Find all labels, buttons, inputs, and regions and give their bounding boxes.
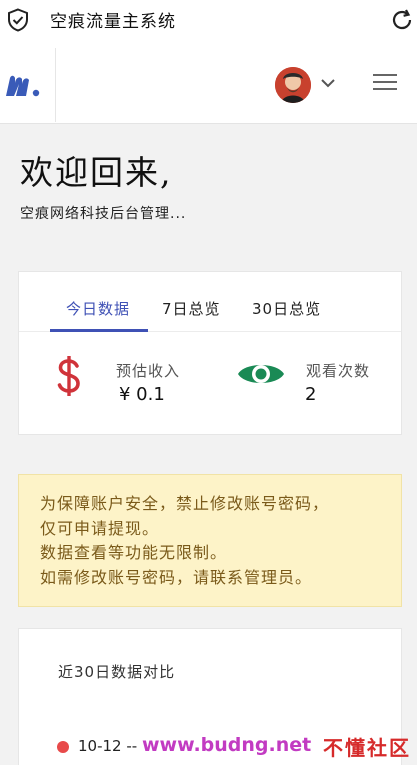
notice-line: 仅可申请提现。 [40,518,160,538]
shield-check-icon [8,8,28,32]
dollar-icon [57,356,80,396]
watermark: www.budng.net 不懂社区 [142,731,417,763]
active-tab-indicator [50,329,148,332]
logo-icon[interactable] [4,72,42,98]
tab-today[interactable]: 今日数据 [66,298,130,319]
views-value: 2 [305,384,317,405]
comparison-title: 近30日数据对比 [58,663,176,681]
hamburger-menu-icon[interactable] [373,73,397,91]
window-title: 空痕流量主系统 [50,12,176,32]
views-label: 观看次数 [306,362,371,380]
legend-dot [57,741,69,753]
stats-card: 今日数据 7日总览 30日总览 预估收入 ¥ 0.1 观看次数 2 [18,271,402,435]
tab-30-days[interactable]: 30日总览 [252,298,321,319]
income-value: ¥ 0.1 [119,384,165,405]
app-title-bar: 空痕流量主系统 [0,0,417,40]
refresh-icon[interactable] [389,7,415,33]
watermark-brand: 不懂社区 [323,736,411,760]
notice-line: 为保障账户安全，禁止修改账号密码， [40,494,330,513]
welcome-subtitle: 空痕网络科技后台管理... [20,206,187,222]
watermark-url: www.budng.net [142,734,312,756]
user-avatar[interactable] [275,67,311,103]
date-range-label: 10-12 -- [78,737,138,755]
notice-line: 如需修改账号密码，请联系管理员。 [40,567,313,587]
stats-tabs: 今日数据 7日总览 30日总览 [19,272,401,332]
eye-icon [238,365,284,383]
navbar [0,40,417,124]
welcome-heading: 欢迎回来, [20,153,173,192]
income-label: 预估收入 [116,362,181,380]
navbar-divider [55,48,56,122]
tab-7-days[interactable]: 7日总览 [162,298,221,319]
security-notice: 为保障账户安全，禁止修改账号密码， 仅可申请提现。 数据查看等功能无限制。 如需… [18,474,402,607]
notice-line: 数据查看等功能无限制。 [40,543,228,562]
chevron-down-icon[interactable] [320,77,336,89]
